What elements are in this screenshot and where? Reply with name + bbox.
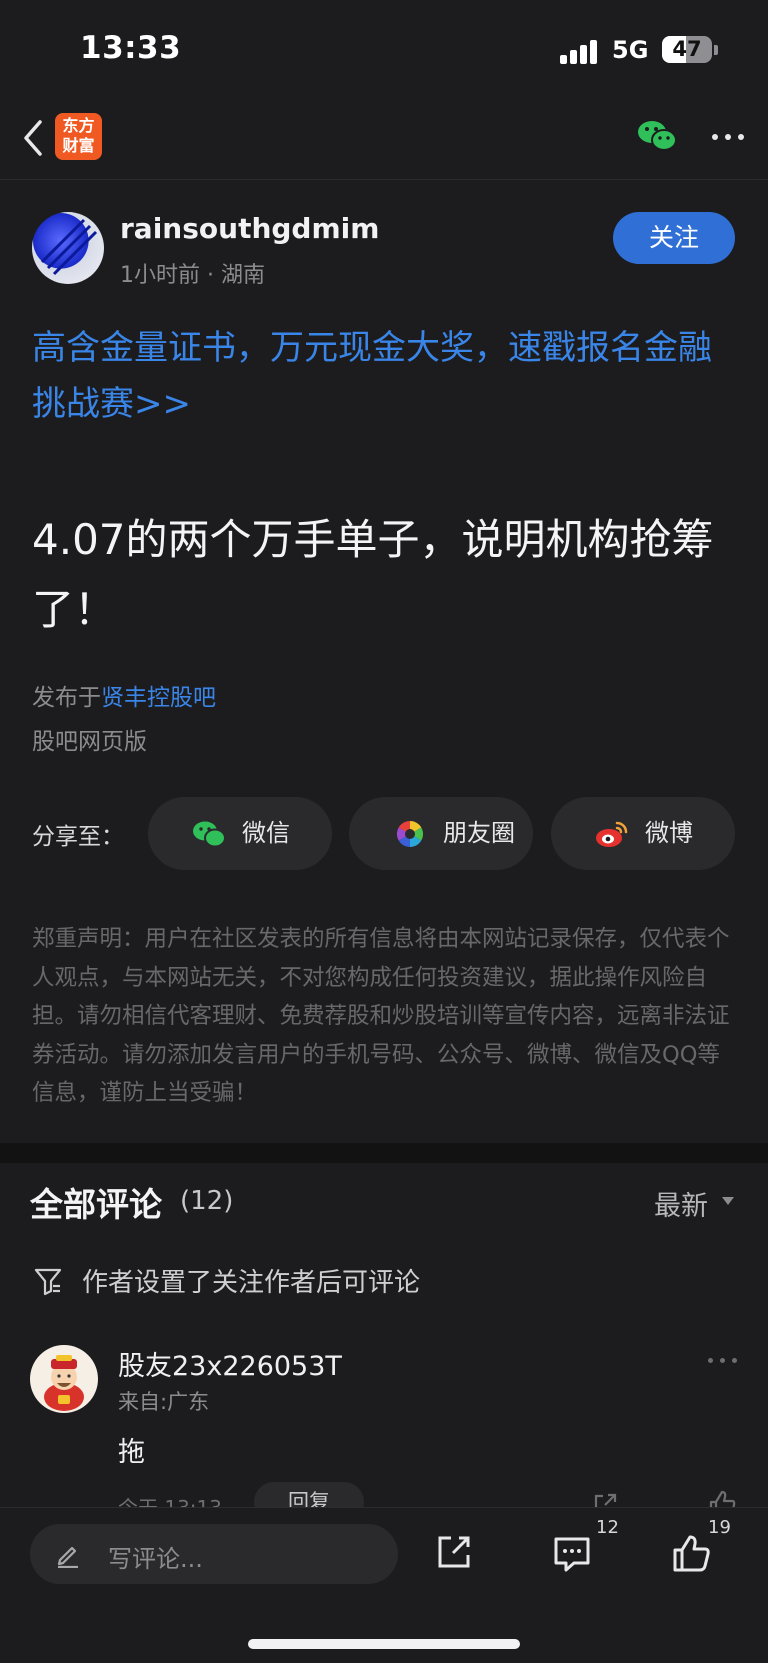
comment-text: 拖	[118, 1437, 145, 1468]
comment-icon[interactable]	[552, 1534, 592, 1574]
author-avatar[interactable]	[32, 212, 104, 284]
more-options-icon[interactable]	[710, 118, 746, 154]
commenter-avatar[interactable]	[30, 1345, 98, 1413]
avatar-image	[40, 218, 98, 276]
battery-tip	[714, 45, 718, 55]
status-time: 13:33	[80, 30, 182, 66]
logo-line-2: 财富	[62, 136, 95, 155]
filter-icon	[34, 1268, 62, 1296]
promo-link[interactable]: 高含金量证书，万元现金大奖，速戳报名金融挑战赛>>	[32, 320, 744, 432]
share-option-label: 朋友圈	[443, 819, 515, 847]
follow-button[interactable]: 关注	[613, 212, 735, 264]
share-label: 分享至：	[32, 824, 124, 850]
forum-link[interactable]: 贤丰控股吧	[101, 685, 216, 711]
published-prefix: 发布于	[32, 685, 101, 711]
share-wechat-button[interactable]: 微信	[148, 797, 332, 870]
comment-restriction-note: 作者设置了关注作者后可评论	[82, 1268, 421, 1298]
share-option-label: 微博	[645, 819, 693, 847]
web-version-label: 股吧网页版	[32, 729, 147, 755]
battery-icon: 47	[662, 36, 712, 63]
share-option-label: 微信	[242, 819, 290, 847]
sort-select[interactable]: 最新	[654, 1184, 708, 1223]
wechat-icon	[193, 821, 226, 848]
like-icon[interactable]	[670, 1532, 712, 1574]
bottom-action-bar: 写评论... 12 19	[0, 1507, 768, 1663]
author-name[interactable]: rainsouthgdmim	[120, 212, 379, 245]
back-arrow-icon[interactable]	[18, 116, 48, 160]
commenter-name[interactable]: 股友23x226053T	[118, 1344, 342, 1383]
published-in: 发布于贤丰控股吧	[32, 678, 216, 712]
like-count-badge: 19	[708, 1517, 731, 1538]
comments-count: (12)	[180, 1186, 234, 1216]
author-meta: 1小时前 · 湖南	[120, 263, 265, 288]
pen-icon	[57, 1546, 78, 1568]
disclaimer: 郑重声明：用户在社区发表的所有信息将由本网站记录保存，仅代表个人观点，与本网站无…	[32, 926, 730, 1106]
comment-count-badge: 12	[596, 1517, 619, 1538]
share-moments-button[interactable]: 朋友圈	[349, 797, 533, 870]
logo-line-1: 东方	[62, 116, 95, 135]
avatar-image	[44, 1355, 84, 1411]
nav-bar: 东方 财富	[0, 100, 768, 180]
comment-input-placeholder: 写评论...	[108, 1545, 203, 1573]
share-weibo-button[interactable]: 微博	[551, 797, 735, 870]
weibo-icon	[596, 821, 628, 847]
share-out-icon[interactable]	[434, 1532, 474, 1572]
wechat-icon[interactable]	[636, 118, 678, 154]
signal-icon	[560, 36, 600, 64]
comment-input[interactable]: 写评论...	[30, 1524, 398, 1584]
battery-level: 47	[672, 37, 702, 61]
post-title: 4.07的两个万手单子，说明机构抢筹了！	[32, 515, 714, 634]
section-divider	[0, 1143, 768, 1163]
comments-title: 全部评论	[30, 1185, 162, 1224]
home-indicator[interactable]	[248, 1639, 520, 1649]
network-type: 5G	[612, 36, 649, 64]
status-bar: 13:33 5G 47	[0, 0, 768, 100]
commenter-location: 来自:广东	[118, 1390, 210, 1414]
comment-more-icon[interactable]	[706, 1356, 740, 1366]
caret-down-icon[interactable]	[722, 1197, 734, 1205]
moments-icon	[396, 820, 424, 848]
app-logo[interactable]: 东方 财富	[55, 113, 102, 160]
